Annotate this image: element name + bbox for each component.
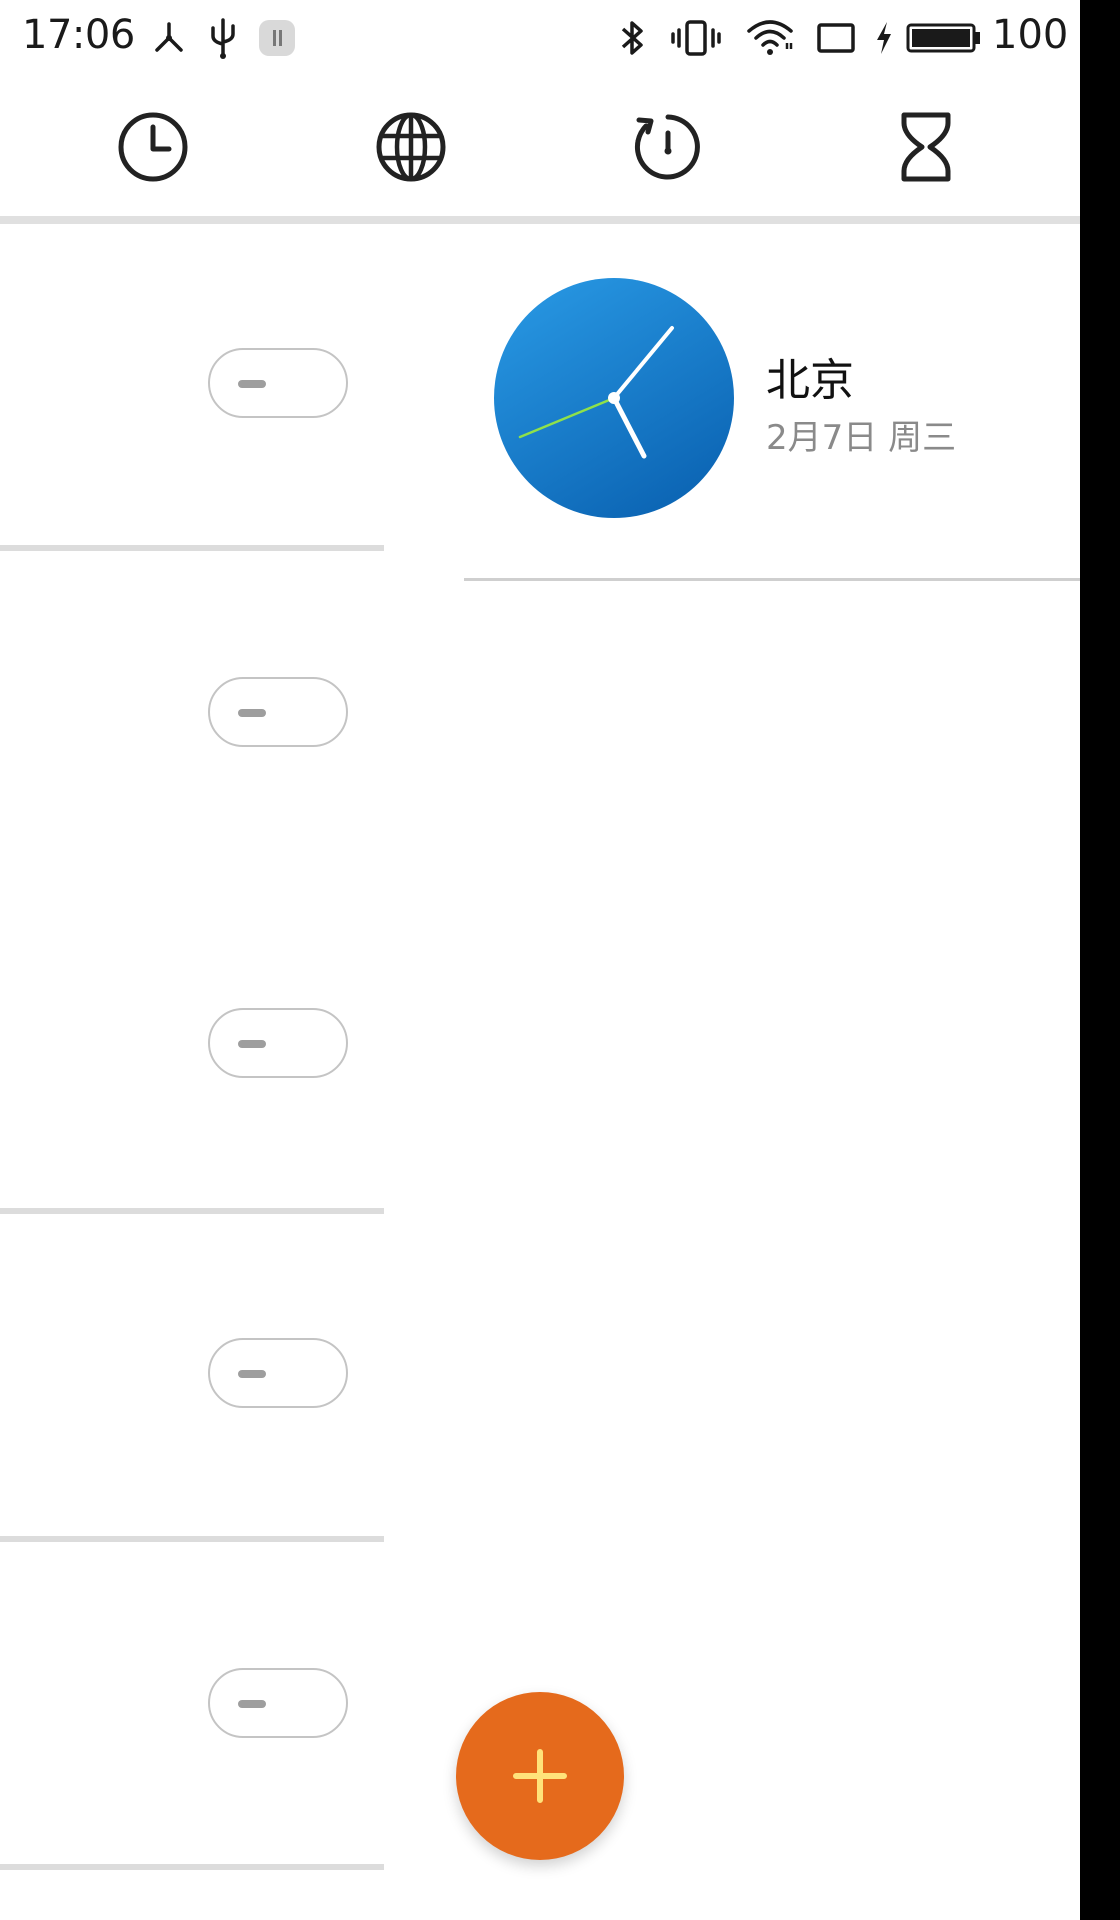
tab-bar <box>0 76 1080 218</box>
charging-icon <box>872 14 896 62</box>
city-name: 北京 <box>766 355 854 406</box>
world-clock-divider <box>464 578 1080 581</box>
tab-timer[interactable] <box>885 106 967 188</box>
wifi-icon <box>744 14 796 62</box>
battery-icon <box>904 14 984 62</box>
alarm-row[interactable] <box>0 880 384 1208</box>
timer-hourglass-icon <box>901 112 951 182</box>
tab-divider <box>0 216 1080 224</box>
toggle-knob <box>238 1370 266 1378</box>
alarm-toggle[interactable] <box>208 1338 348 1408</box>
alarm-toggle[interactable] <box>208 1008 348 1078</box>
analog-clock-face <box>494 278 734 518</box>
screen-icon <box>814 14 858 62</box>
alarm-clock-icon <box>118 112 188 182</box>
tab-alarm[interactable] <box>112 106 194 188</box>
alarm-row[interactable] <box>0 551 384 879</box>
vibrate-icon <box>670 14 722 62</box>
toggle-knob <box>238 1040 266 1048</box>
status-time: 17:06 <box>22 12 135 58</box>
status-bar: 17:06 100 <box>0 0 1080 76</box>
bluetooth-icon <box>612 14 652 62</box>
city-date: 2月7日 周三 <box>766 418 957 458</box>
world-clock-globe-icon <box>376 112 446 182</box>
alarm-toggle[interactable] <box>208 677 348 747</box>
alarm-toggle[interactable] <box>208 1668 348 1738</box>
pause-notification-icon <box>254 14 300 62</box>
toggle-knob <box>238 709 266 717</box>
alarm-row[interactable] <box>0 1542 384 1870</box>
add-button[interactable] <box>456 1692 624 1860</box>
alarm-divider <box>0 1864 384 1870</box>
tab-stopwatch[interactable] <box>627 106 709 188</box>
world-clock-item[interactable]: 北京 2月7日 周三 <box>464 224 1080 580</box>
stopwatch-icon <box>634 114 700 180</box>
alarm-toggle[interactable] <box>208 348 348 418</box>
network-share-icon <box>146 14 192 62</box>
toggle-knob <box>238 1700 266 1708</box>
screen-edge <box>1080 0 1120 1920</box>
clock-center-pin <box>608 392 620 404</box>
usb-icon <box>206 14 240 62</box>
alarm-row[interactable] <box>0 224 384 552</box>
alarm-row[interactable] <box>0 1214 384 1542</box>
battery-percent: 100 <box>992 12 1069 58</box>
tab-world-clock[interactable] <box>370 106 452 188</box>
add-icon <box>513 1749 567 1803</box>
toggle-knob <box>238 380 266 388</box>
